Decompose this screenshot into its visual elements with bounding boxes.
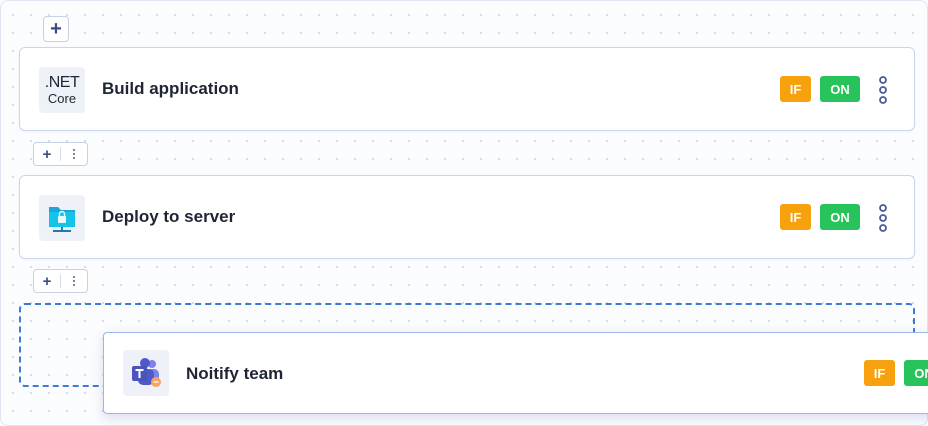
step-title: Deploy to server <box>102 207 236 226</box>
insert-step-button[interactable]: + <box>34 146 60 163</box>
dotnet-core-icon: .NET Core <box>39 67 85 113</box>
connector-menu-icon[interactable] <box>61 148 87 160</box>
dotnet-icon-text-bottom: Core <box>47 90 77 106</box>
more-options-icon[interactable] <box>875 75 891 105</box>
dragging-step-card-notify-team[interactable]: Noitify team IF ON <box>103 332 928 414</box>
insert-step-button[interactable]: + <box>34 273 60 290</box>
step-card-build-application[interactable]: .NET Core Build application IF ON <box>19 47 915 131</box>
on-toggle-badge[interactable]: ON <box>904 360 928 386</box>
step-title: Build application <box>102 79 239 98</box>
microsoft-teams-icon <box>123 350 169 396</box>
more-options-icon[interactable] <box>875 203 891 233</box>
if-condition-badge[interactable]: IF <box>780 76 811 102</box>
if-condition-badge[interactable]: IF <box>864 360 895 386</box>
on-toggle-badge[interactable]: ON <box>820 76 860 102</box>
step-card-deploy-to-server[interactable]: Deploy to server IF ON <box>19 175 915 259</box>
if-condition-badge[interactable]: IF <box>780 204 811 230</box>
step-connector: + <box>33 142 88 166</box>
dotnet-icon-text-top: .NET <box>44 73 80 91</box>
server-upload-icon <box>39 195 85 241</box>
connector-menu-icon[interactable] <box>61 275 87 287</box>
step-title: Noitify team <box>186 364 284 383</box>
on-toggle-badge[interactable]: ON <box>820 204 860 230</box>
add-step-button-top[interactable]: + <box>43 16 69 42</box>
step-connector: + <box>33 269 88 293</box>
